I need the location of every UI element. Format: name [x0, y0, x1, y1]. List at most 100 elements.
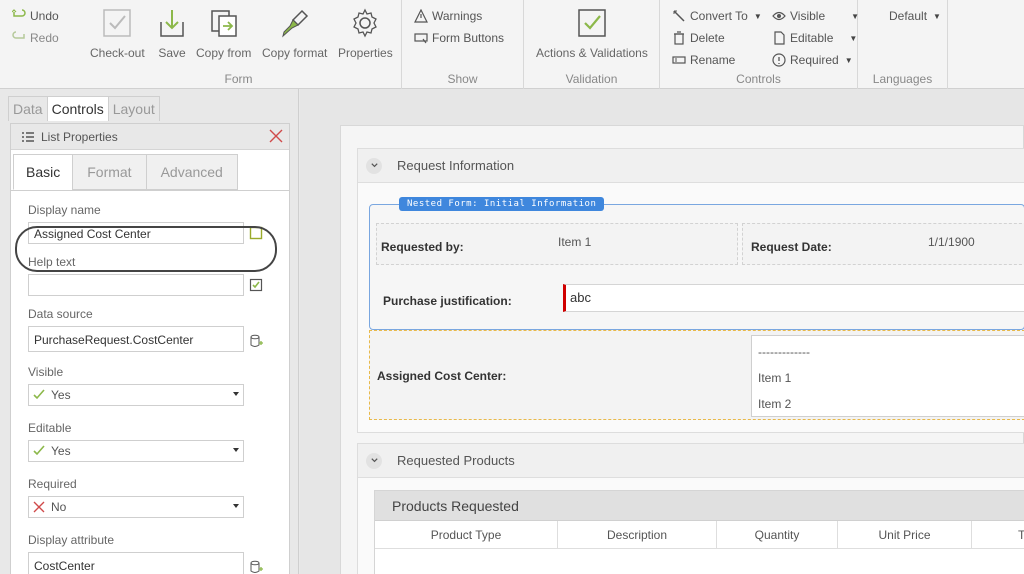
list-item[interactable]: Item 2 [758, 397, 791, 411]
database-icon[interactable] [249, 334, 263, 348]
warnings-label: Warnings [432, 9, 483, 23]
language-dropdown[interactable]: Default ▼ [889, 9, 941, 23]
list-icon [22, 131, 34, 142]
visible-select[interactable]: Yes [28, 384, 244, 406]
section-header[interactable]: Requested Products [358, 444, 1024, 478]
checkout-label: Check-out [90, 46, 145, 60]
subtab-advanced[interactable]: Advanced [145, 154, 238, 190]
chevron-down-icon [233, 392, 239, 396]
request-date-value: 1/1/1900 [928, 235, 975, 249]
properties-label: Properties [338, 46, 393, 60]
required-label: Required [790, 53, 839, 67]
tab-layout[interactable]: Layout [107, 96, 160, 121]
grid-column-header[interactable]: Unit Price [838, 521, 972, 548]
requested-by-label: Requested by: [381, 240, 464, 254]
save-button[interactable]: Save [157, 8, 187, 60]
ribbon-group-form: Check-out Save Copy from Copy format Pro… [76, 0, 402, 89]
grid-column-header[interactable]: To [972, 521, 1024, 548]
grid-column-header[interactable]: Quantity [717, 521, 838, 548]
editable-icon [774, 31, 785, 45]
convert-to-label: Convert To [690, 9, 748, 23]
section-header[interactable]: Request Information [358, 149, 1024, 183]
display-attribute-input[interactable]: CostCenter [28, 552, 244, 574]
actions-validations-button[interactable]: Actions & Validations [536, 8, 648, 60]
warning-triangle-icon [414, 9, 428, 23]
editable-field-label: Editable [28, 421, 72, 435]
ribbon-group-controls: Convert To ▼ Delete Rename Visible ▼ Edita… [660, 0, 859, 89]
ribbon-group-label-controls: Controls [736, 72, 781, 86]
visible-select-value: Yes [51, 388, 71, 402]
data-source-label: Data source [28, 307, 93, 321]
properties-button[interactable]: Properties [338, 8, 393, 60]
redo-icon [12, 31, 25, 39]
subtab-format[interactable]: Format [72, 154, 147, 190]
cost-center-listbox[interactable]: ------------- Item 1 Item 2 [751, 335, 1024, 417]
editable-button[interactable]: Editable ▼ [772, 31, 857, 45]
undo-label: Undo [30, 9, 59, 23]
list-item[interactable]: Item 1 [758, 371, 791, 385]
delete-button[interactable]: Delete [672, 31, 725, 45]
list-item[interactable]: ------------- [758, 345, 810, 359]
justification-input[interactable]: abc [563, 284, 1024, 312]
chevron-down-icon: ▼ [844, 55, 853, 65]
checkout-button[interactable]: Check-out [90, 8, 145, 60]
chevron-down-icon: ▼ [933, 11, 941, 21]
chevron-down-icon [233, 448, 239, 452]
editable-select[interactable]: Yes [28, 440, 244, 462]
copy-from-button[interactable]: Copy from [196, 8, 251, 60]
required-button[interactable]: Required ▼ [772, 53, 853, 67]
database-icon[interactable] [249, 560, 263, 574]
eye-icon [772, 11, 786, 21]
undo-button[interactable]: Undo [12, 9, 59, 23]
section-requested-products: Requested Products Products Requested Pr… [357, 443, 1024, 574]
request-date-cell[interactable]: Request Date: 1/1/1900 [742, 223, 1024, 265]
grid-column-header[interactable]: Product Type [375, 521, 558, 548]
warnings-button[interactable]: Warnings [414, 9, 482, 23]
convert-to-button[interactable]: Convert To ▼ [672, 9, 762, 23]
chevron-down-icon [233, 504, 239, 508]
properties-subtabs: Basic Format Advanced [13, 154, 238, 190]
paintbrush-icon [281, 9, 308, 38]
copy-from-icon [210, 10, 237, 37]
visible-button[interactable]: Visible ▼ [772, 9, 859, 23]
required-select[interactable]: No [28, 496, 244, 518]
undo-icon [12, 9, 26, 17]
panel-tabs: Data Controls Layout [8, 96, 160, 121]
products-grid[interactable]: Products Requested Product Type Descript… [374, 490, 1024, 574]
chevron-down-icon[interactable] [366, 157, 382, 174]
display-name-label: Display name [28, 203, 101, 217]
copy-format-label: Copy format [262, 46, 328, 60]
form-buttons-icon [414, 33, 428, 44]
ribbon-group-validation: Actions & Validations Validation [524, 0, 660, 89]
form-canvas: Request Information Nested Form: Initial… [300, 89, 1024, 574]
chevron-down-icon[interactable] [366, 452, 382, 469]
left-panel: Data Controls Layout List Properties Bas… [0, 89, 299, 574]
data-source-input[interactable]: PurchaseRequest.CostCenter [28, 326, 244, 352]
editable-label: Editable [790, 31, 834, 45]
copy-format-button[interactable]: Copy format [262, 8, 327, 60]
subtab-basic[interactable]: Basic [13, 154, 74, 190]
requested-by-value: Item 1 [558, 235, 592, 249]
tab-data[interactable]: Data [8, 96, 48, 121]
wand-icon [673, 10, 685, 22]
redo-button[interactable]: Redo [12, 31, 59, 45]
gear-icon [353, 8, 378, 38]
properties-header: List Properties [11, 124, 289, 150]
form-buttons-label: Form Buttons [432, 31, 505, 45]
close-icon[interactable] [269, 129, 283, 143]
rename-button[interactable]: Rename [672, 53, 735, 67]
nested-form[interactable]: Nested Form: Initial Information Request… [369, 197, 1024, 330]
help-text-input[interactable] [28, 274, 244, 296]
ribbon: Undo Redo Check-out Save Copy from Copy … [0, 0, 1024, 89]
chevron-down-icon: ▼ [849, 33, 858, 43]
form-buttons-button[interactable]: Form Buttons [414, 31, 504, 45]
requested-by-cell[interactable]: Requested by: Item 1 [376, 223, 738, 265]
checkbox-checked-icon[interactable] [249, 278, 263, 292]
ribbon-group-label-languages: Languages [872, 72, 933, 86]
grid-column-header[interactable]: Description [558, 521, 717, 548]
language-default-label: Default [889, 9, 928, 23]
assigned-cost-center-row[interactable]: Assigned Cost Center: ------------- Item… [369, 330, 1024, 420]
section-title: Request Information [397, 158, 515, 173]
tab-controls[interactable]: Controls [46, 96, 109, 121]
check-icon [33, 389, 45, 400]
